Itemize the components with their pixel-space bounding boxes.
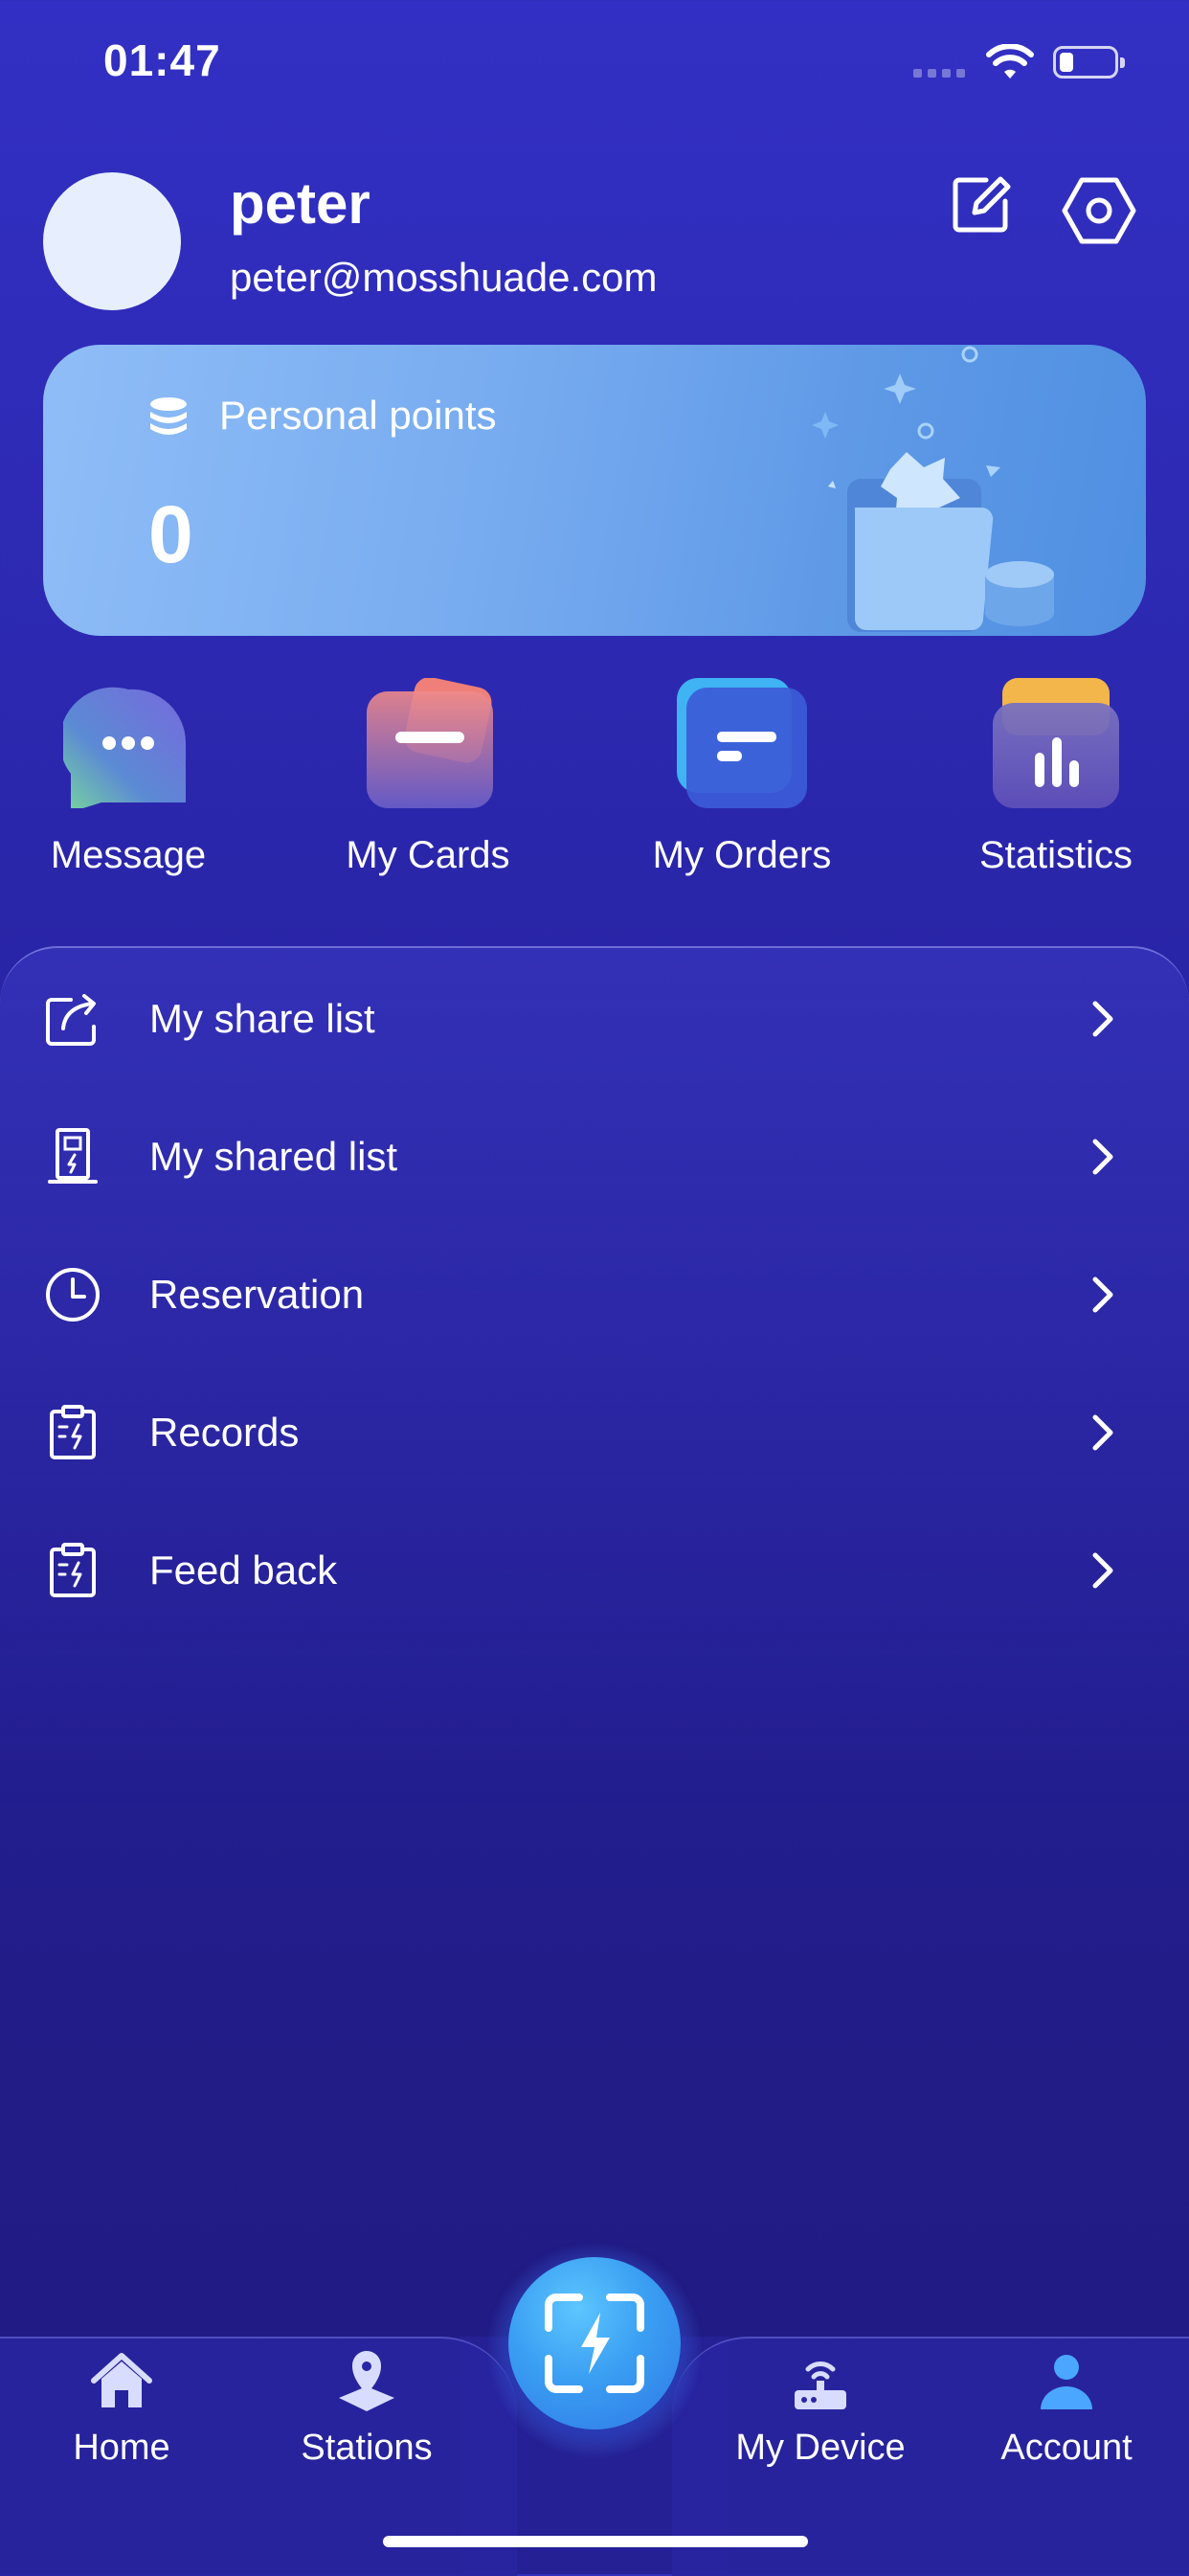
coins-stack-icon	[150, 397, 187, 435]
menu-item-feed-back[interactable]: Feed back	[0, 1502, 1189, 1639]
personal-points-card[interactable]: Personal points 0	[43, 345, 1146, 636]
menu-item-records[interactable]: Records	[0, 1364, 1189, 1502]
quick-action-statistics[interactable]: Statistics	[941, 678, 1171, 877]
avatar[interactable]	[43, 172, 181, 310]
menu-item-label: Reservation	[149, 1272, 365, 1317]
chevron-right-icon	[1092, 1001, 1113, 1037]
home-indicator	[383, 2536, 808, 2547]
charger-icon	[48, 1128, 98, 1184]
scan-charge-button[interactable]	[508, 2257, 681, 2429]
tab-label: Account	[1000, 2428, 1133, 2468]
quick-action-my-cards[interactable]: My Cards	[313, 677, 543, 877]
menu-item-my-share-list[interactable]: My share list	[0, 950, 1189, 1088]
quick-action-label: Statistics	[978, 834, 1133, 876]
share-icon	[46, 994, 96, 1046]
clipboard-icon	[50, 1543, 96, 1597]
quick-action-label: Message	[50, 834, 207, 876]
clock-icon	[46, 1268, 100, 1322]
status-time: 01:47	[103, 35, 221, 85]
orders-icon	[677, 678, 807, 808]
points-value: 0	[148, 489, 193, 579]
gear-icon[interactable]	[1061, 172, 1137, 249]
user-email: peter@mosshuade.com	[230, 255, 658, 300]
menu-item-label: My share list	[149, 996, 375, 1041]
cellular-signal-icon	[913, 69, 965, 78]
router-icon	[795, 2361, 846, 2409]
tab-label: My Device	[735, 2428, 906, 2468]
tab-label: Home	[73, 2428, 170, 2468]
clipboard-icon	[50, 1405, 96, 1459]
menu-item-label: Records	[149, 1410, 300, 1455]
home-icon	[91, 2353, 152, 2407]
user-icon	[1041, 2355, 1092, 2409]
quick-action-label: My Orders	[652, 834, 832, 876]
menu-item-my-shared-list[interactable]: My shared list	[0, 1088, 1189, 1226]
wifi-icon	[986, 44, 1034, 79]
user-name: peter	[230, 171, 370, 236]
menu-item-label: Feed back	[149, 1548, 338, 1593]
points-label: Personal points	[219, 393, 497, 438]
tab-account[interactable]: Account	[961, 2348, 1172, 2469]
battery-icon	[1053, 46, 1125, 79]
statistics-icon	[993, 678, 1119, 808]
map-pin-icon	[339, 2351, 394, 2411]
quick-action-message[interactable]: Message	[13, 678, 243, 877]
edit-icon[interactable]	[948, 170, 1015, 237]
chevron-right-icon	[1092, 1414, 1113, 1451]
message-icon	[59, 687, 187, 812]
menu-item-reservation[interactable]: Reservation	[0, 1226, 1189, 1364]
quick-action-my-orders[interactable]: My Orders	[627, 678, 857, 877]
chevron-right-icon	[1092, 1277, 1113, 1313]
quick-action-label: My Cards	[346, 834, 510, 876]
tab-label: Stations	[301, 2428, 433, 2468]
menu-item-label: My shared list	[149, 1134, 398, 1179]
tab-stations[interactable]: Stations	[261, 2348, 472, 2469]
folder-star-illustration	[812, 346, 1054, 632]
card-icon	[367, 677, 493, 808]
chevron-right-icon	[1092, 1139, 1113, 1175]
tab-my-device[interactable]: My Device	[715, 2348, 926, 2469]
scan-bolt-icon	[545, 2294, 644, 2393]
tab-home[interactable]: Home	[16, 2348, 227, 2469]
chevron-right-icon	[1092, 1552, 1113, 1589]
